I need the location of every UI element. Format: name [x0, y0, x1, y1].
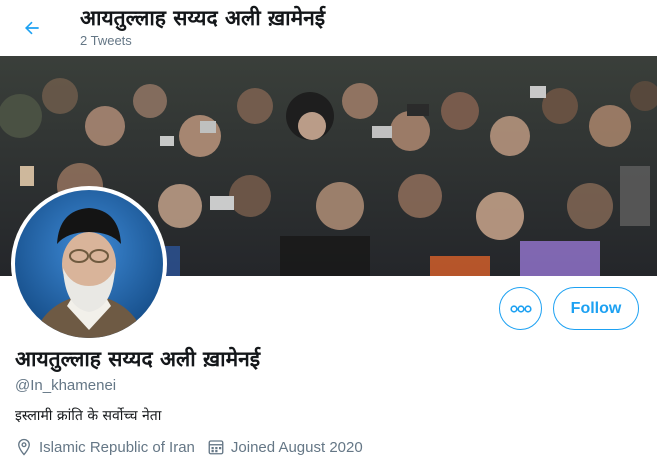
header-title: आयतुल्लाह सय्यद अली ख़ामेनई	[80, 6, 326, 30]
more-options-button[interactable]	[499, 287, 542, 330]
profile-joined-date: Joined August 2020	[230, 438, 363, 456]
tweet-count: 2 Tweets	[80, 33, 132, 48]
profile-location: Islamic Republic of Iran	[39, 438, 195, 456]
more-options-icon	[509, 304, 532, 313]
avatar-image	[15, 190, 163, 338]
calendar-icon	[207, 438, 225, 456]
profile-avatar[interactable]	[11, 186, 167, 342]
back-button[interactable]	[14, 10, 50, 46]
location-pin-icon	[15, 438, 33, 456]
follow-button[interactable]: Follow	[553, 287, 639, 330]
profile-meta: Islamic Republic of Iran Joined August 2…	[15, 438, 363, 456]
profile-bio: इस्लामी क्रांति के सर्वोच्च नेता	[15, 408, 162, 424]
profile-name: आयतुल्लाह सय्यद अली ख़ामेनई	[15, 347, 261, 371]
profile-handle: @In_khamenei	[15, 377, 117, 394]
profile-header: आयतुल्लाह सय्यद अली ख़ामेनई 2 Tweets	[0, 0, 657, 56]
arrow-left-icon	[25, 21, 39, 35]
